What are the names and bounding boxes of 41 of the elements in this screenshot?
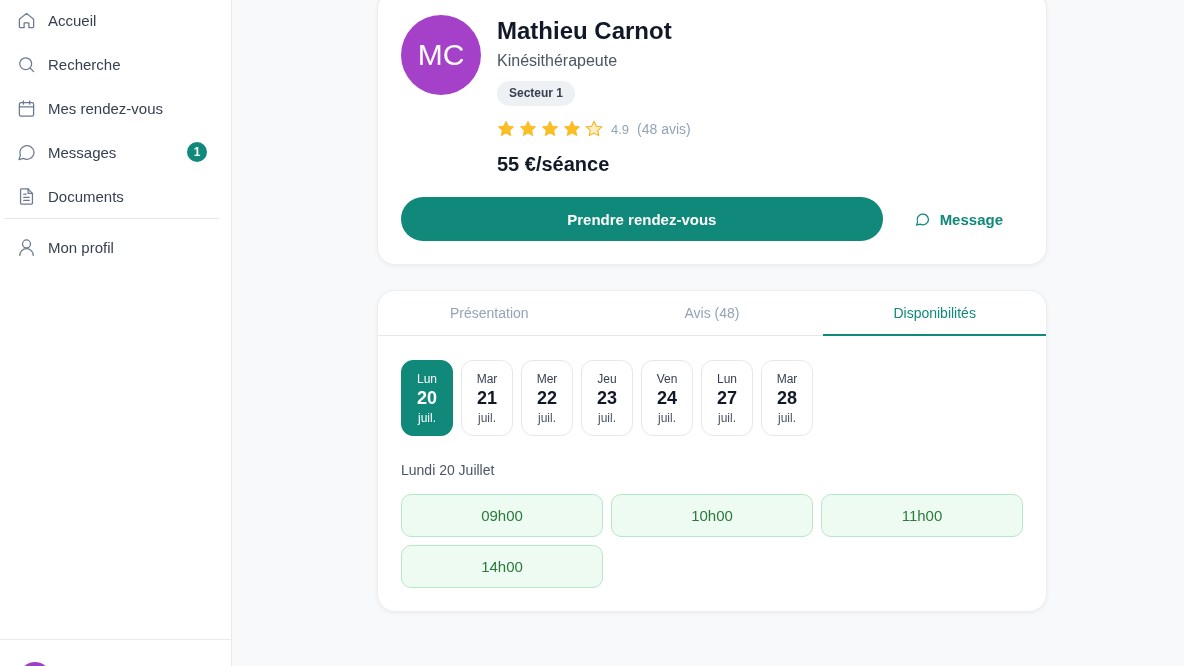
initials-avatar: MC xyxy=(401,15,481,95)
star-icon xyxy=(519,120,537,138)
specialty-text: Kinésithérapeute xyxy=(497,51,618,71)
nav-item[interactable]: Messages 1 xyxy=(4,132,219,172)
star-icon xyxy=(585,120,603,138)
date-chip[interactable]: Mar 28 juil. xyxy=(761,360,813,436)
document-icon xyxy=(17,186,36,206)
sector-tag: Secteur 1 xyxy=(497,81,576,106)
search-icon xyxy=(17,54,36,74)
home-icon xyxy=(17,10,36,30)
unread-count-badge: 1 xyxy=(187,142,207,162)
nav-item[interactable]: Mes rendez-vous xyxy=(4,88,219,128)
nav-item[interactable]: Recherche xyxy=(4,44,219,84)
review-count: (48 avis) xyxy=(637,121,691,137)
nav-item[interactable]: Accueil xyxy=(4,0,219,40)
date-chip[interactable]: Jeu 23 juil. xyxy=(581,360,633,436)
chat-bubble-icon xyxy=(17,142,36,162)
star-icon xyxy=(497,120,515,138)
price-text: 55 €/séance xyxy=(497,152,610,176)
doctor-name: Mathieu Carnot xyxy=(497,16,672,46)
date-chip[interactable]: Mar 21 juil. xyxy=(461,360,513,436)
time-slot-button[interactable]: 10h00 xyxy=(611,494,813,537)
date-chip[interactable]: Lun 20 juil. xyxy=(401,360,453,436)
calendar-icon xyxy=(17,98,36,118)
time-slot-button[interactable]: 14h00 xyxy=(401,545,603,588)
date-chip[interactable]: Lun 27 juil. xyxy=(701,360,753,436)
person-icon xyxy=(17,237,36,257)
date-chip[interactable]: Mer 22 juil. xyxy=(521,360,573,436)
message-button[interactable]: Message xyxy=(914,208,1003,230)
book-appointment-button[interactable]: Prendre rendez-vous xyxy=(401,197,883,241)
chat-bubble-icon xyxy=(914,211,930,227)
star-icon xyxy=(563,120,581,138)
time-slot-button[interactable]: 11h00 xyxy=(821,494,1023,537)
rating-value: 4.9 xyxy=(611,121,630,137)
date-chip[interactable]: Ven 24 juil. xyxy=(641,360,693,436)
star-icon xyxy=(541,120,559,138)
nav-item[interactable]: Documents xyxy=(4,176,219,216)
selected-date-heading: Lundi 20 Juillet xyxy=(401,461,495,480)
tab[interactable]: Disponibilités xyxy=(823,291,1046,336)
time-slot-button[interactable]: 09h00 xyxy=(401,494,603,537)
nav-item[interactable]: Mon profil xyxy=(4,227,219,267)
